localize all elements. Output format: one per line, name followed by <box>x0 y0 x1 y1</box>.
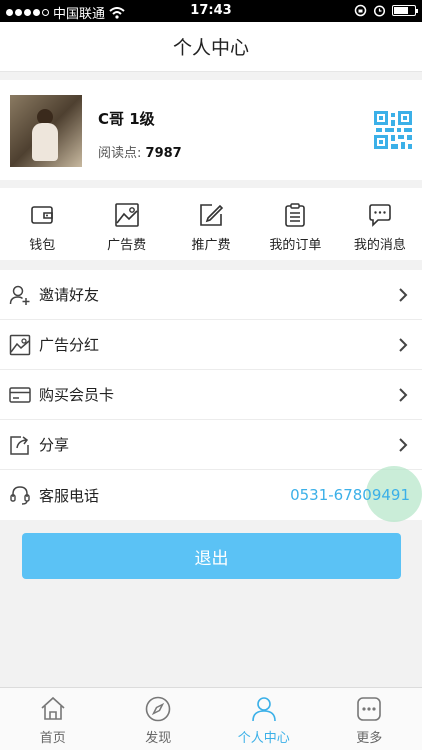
shortcut-label: 钱包 <box>29 238 56 253</box>
tab-label: 发现 <box>145 731 172 746</box>
service-phone-number[interactable]: 0531-67809491 <box>290 486 410 504</box>
points-value: 7987 <box>145 146 182 161</box>
shortcut-label: 推广费 <box>191 238 231 253</box>
shortcut-label: 广告费 <box>107 238 147 253</box>
shortcut-ad-fee[interactable]: 广告费 <box>84 188 168 260</box>
menu-item-label: 客服电话 <box>39 486 100 505</box>
chevron-right-icon <box>399 387 408 402</box>
page-title: 个人中心 <box>172 37 249 59</box>
shortcut-label: 我的消息 <box>353 238 406 253</box>
chevron-right-icon <box>399 337 408 352</box>
user-icon <box>251 697 276 722</box>
chevron-right-icon <box>399 287 408 302</box>
battery-icon <box>392 5 418 16</box>
chat-icon <box>369 204 391 227</box>
tab-label: 更多 <box>356 731 383 746</box>
headset-icon <box>10 486 30 505</box>
menu-list: 邀请好友 广告分红 购买会员卡 分享 客服电话 0531-67809491 <box>0 270 422 520</box>
shortcut-wallet[interactable]: 钱包 <box>0 188 84 260</box>
status-bar: 中国联通 17:43 <box>0 0 422 22</box>
menu-item-customer-service[interactable]: 客服电话 0531-67809491 <box>0 470 422 520</box>
menu-item-invite[interactable]: 邀请好友 <box>0 270 422 320</box>
username: C哥 1级 <box>98 110 155 128</box>
tab-profile[interactable]: 个人中心 <box>211 688 317 750</box>
shortcut-bar: 钱包 广告费 推广费 我的订单 我的消息 <box>0 188 422 260</box>
menu-item-label: 邀请好友 <box>39 286 100 304</box>
share-icon <box>10 435 29 455</box>
reading-points: 阅读点: 7987 <box>98 142 182 161</box>
image-icon <box>114 203 139 227</box>
tab-discover[interactable]: 发现 <box>106 688 212 750</box>
points-label: 阅读点: <box>98 146 142 161</box>
chevron-right-icon <box>399 437 408 452</box>
more-icon <box>357 697 382 721</box>
compass-icon <box>145 696 171 722</box>
wallet-icon <box>31 206 54 224</box>
tab-home[interactable]: 首页 <box>0 688 106 750</box>
menu-item-share[interactable]: 分享 <box>0 420 422 470</box>
menu-item-ad-dividend[interactable]: 广告分红 <box>0 320 422 370</box>
image-icon <box>9 334 31 355</box>
orientation-lock-icon <box>354 4 367 17</box>
avatar[interactable] <box>10 95 82 167</box>
card-icon <box>9 386 31 403</box>
shortcut-orders[interactable]: 我的订单 <box>253 188 337 260</box>
shortcut-label: 我的订单 <box>269 238 322 253</box>
user-add-icon <box>9 285 30 305</box>
menu-item-label: 购买会员卡 <box>39 386 115 404</box>
home-icon <box>41 696 65 720</box>
tab-label: 首页 <box>39 731 66 746</box>
logout-button[interactable]: 退出 <box>22 533 401 579</box>
clipboard-icon <box>285 203 306 227</box>
nav-bar: 个人中心 <box>0 22 422 72</box>
edit-icon <box>200 204 224 226</box>
alarm-icon <box>373 5 386 17</box>
qr-code-icon[interactable] <box>374 111 412 149</box>
tab-more[interactable]: 更多 <box>317 688 422 750</box>
menu-item-buy-membership[interactable]: 购买会员卡 <box>0 370 422 420</box>
shortcut-promo-fee[interactable]: 推广费 <box>169 188 253 260</box>
menu-item-label: 广告分红 <box>39 336 100 354</box>
menu-item-label: 分享 <box>39 436 70 454</box>
tab-label: 个人中心 <box>237 731 290 746</box>
shortcut-messages[interactable]: 我的消息 <box>338 188 422 260</box>
profile-card[interactable] <box>0 80 422 180</box>
tab-bar: 首页 发现 个人中心 更多 <box>0 687 422 750</box>
